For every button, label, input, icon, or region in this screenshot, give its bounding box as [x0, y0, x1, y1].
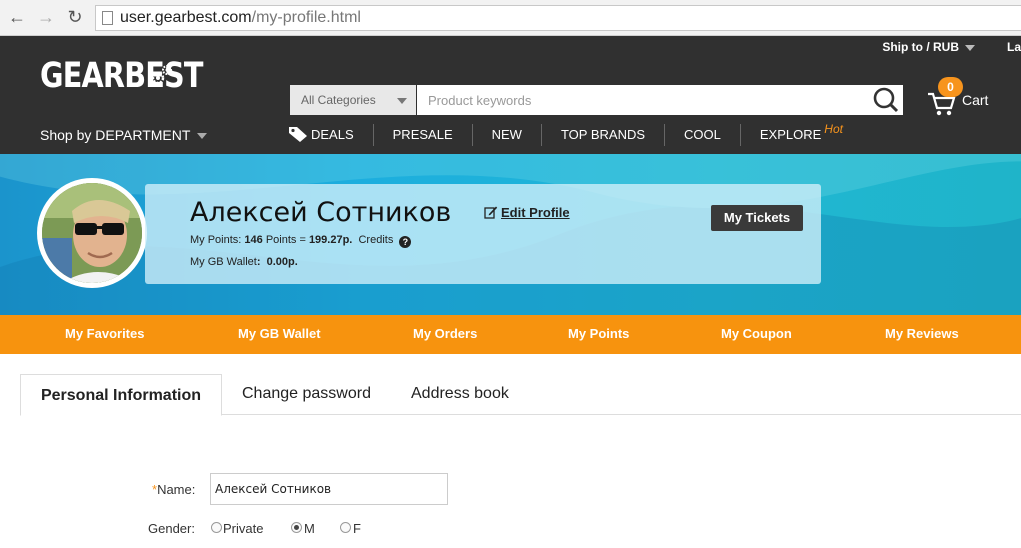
points-value: 146 — [244, 234, 263, 246]
nav-explore-label: EXPLORE — [759, 127, 822, 142]
user-name: Алексей Сотников — [190, 197, 452, 228]
search-category-select[interactable]: All Categories — [290, 85, 416, 115]
profile-card: Алексей Сотников Edit Profile My Points:… — [145, 184, 821, 284]
ship-to-label: Ship to / RUB — [882, 40, 959, 54]
chevron-down-icon — [197, 133, 208, 140]
profile-tabs: Personal Information Change password Add… — [20, 374, 1021, 416]
account-nav: My Favorites My GB Wallet My Orders My P… — [0, 315, 1021, 354]
site-header: Ship to / RUB La GEARBEST Shop by DEPART… — [0, 36, 1021, 154]
reload-icon[interactable]: ↻ — [64, 6, 86, 28]
edit-profile-label: Edit Profile — [501, 205, 570, 220]
hot-badge: Hot — [824, 122, 843, 136]
avatar-photo — [42, 183, 142, 283]
account-nav-coupon[interactable]: My Coupon — [721, 326, 792, 341]
gender-radio-f[interactable] — [340, 522, 351, 533]
edit-icon — [484, 206, 498, 219]
nav-presale[interactable]: PRESALE — [374, 124, 473, 146]
address-bar[interactable]: user.gearbest.com/my-profile.html — [95, 5, 1021, 31]
category-nav: DEALS PRESALE NEW TOP BRANDS COOL EXPLOR… — [288, 122, 862, 146]
name-input[interactable] — [210, 473, 448, 505]
search-icon — [873, 87, 899, 113]
cart-link[interactable]: Cart — [962, 92, 988, 108]
back-arrow-icon[interactable]: ← — [6, 6, 28, 28]
account-nav-orders[interactable]: My Orders — [413, 326, 477, 341]
gearbest-logo[interactable]: GEARBEST — [40, 56, 203, 96]
department-label: Shop by DEPARTMENT — [40, 127, 191, 143]
wallet-label: My GB Wallet — [190, 256, 257, 268]
points-prefix: My Points: — [190, 234, 245, 246]
avatar[interactable] — [37, 178, 147, 288]
forward-arrow-icon[interactable]: → — [35, 6, 57, 28]
cart-count-badge: 0 — [938, 77, 963, 97]
credits-label: Credits — [358, 234, 394, 246]
wallet-value: 0.00p. — [266, 256, 298, 268]
nav-deals-label: DEALS — [311, 127, 354, 142]
page-icon — [102, 11, 113, 25]
gender-radio-private[interactable] — [211, 522, 222, 533]
chevron-down-icon — [397, 98, 407, 104]
nav-new[interactable]: NEW — [473, 124, 542, 146]
shop-by-department[interactable]: Shop by DEPARTMENT — [40, 127, 208, 143]
gender-f-label: F — [353, 521, 361, 536]
nav-deals[interactable]: DEALS — [288, 124, 374, 146]
browser-toolbar: ← → ↻ user.gearbest.com/my-profile.html — [0, 0, 1021, 36]
account-nav-gb-wallet[interactable]: My GB Wallet — [238, 326, 321, 341]
points-mid: Points = — [262, 234, 309, 246]
language-selector[interactable]: La — [1007, 40, 1021, 54]
gender-private-label: Private — [223, 521, 264, 536]
gender-radio-m[interactable] — [291, 522, 302, 533]
gear-icon — [151, 65, 172, 85]
points-summary: My Points: 146 Points = 199.27p. Credits… — [190, 234, 412, 248]
account-nav-points[interactable]: My Points — [568, 326, 629, 341]
search-category-label: All Categories — [301, 93, 376, 107]
points-money-value: 199.27p. — [308, 234, 353, 246]
name-label-text: Name: — [157, 482, 196, 497]
chevron-down-icon — [965, 44, 975, 51]
wallet-summary: My GB Wallet: 0.00p. — [190, 256, 298, 268]
help-icon[interactable]: ? — [399, 236, 412, 248]
ship-to-selector[interactable]: Ship to / RUB — [882, 40, 975, 54]
profile-banner: Алексей Сотников Edit Profile My Points:… — [0, 154, 1021, 315]
nav-explore[interactable]: EXPLORE Hot — [741, 122, 862, 146]
nav-cool[interactable]: COOL — [665, 124, 741, 146]
nav-top-brands[interactable]: TOP BRANDS — [542, 124, 666, 146]
tab-address-book[interactable]: Address book — [411, 374, 509, 415]
my-tickets-button[interactable]: My Tickets — [711, 205, 803, 231]
tag-icon — [289, 127, 307, 142]
tab-change-password[interactable]: Change password — [242, 374, 371, 415]
url-text: user.gearbest.com/my-profile.html — [120, 9, 361, 27]
name-field-label: *Name: — [152, 482, 195, 497]
gender-label: Gender: — [148, 521, 195, 536]
gender-m-label: M — [304, 521, 315, 536]
tab-personal-information[interactable]: Personal Information — [20, 374, 222, 416]
search-input[interactable] — [417, 85, 869, 115]
url-path: /my-profile.html — [251, 9, 361, 26]
edit-profile-link[interactable]: Edit Profile — [484, 205, 570, 220]
account-nav-favorites[interactable]: My Favorites — [65, 326, 144, 341]
account-nav-reviews[interactable]: My Reviews — [885, 326, 959, 341]
search-button[interactable] — [869, 85, 903, 115]
url-domain: user.gearbest.com — [120, 9, 252, 26]
